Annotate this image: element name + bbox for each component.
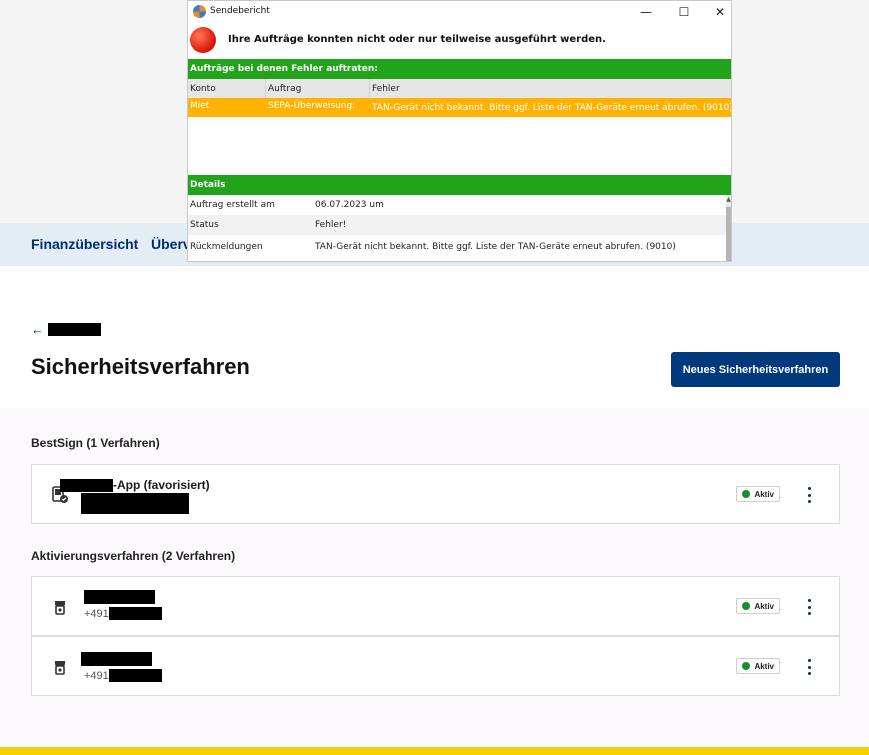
status-label: Aktiv — [754, 661, 774, 671]
nav-item-finanzuebersicht[interactable]: Finanzübersicht — [31, 236, 138, 252]
phone-prefix: +491 — [84, 669, 109, 682]
error-icon — [190, 27, 216, 53]
status-badge: Aktiv — [736, 486, 780, 502]
details-scrollbar[interactable] — [726, 195, 731, 261]
phone-icon — [55, 661, 65, 675]
scroll-up-icon[interactable]: ▲ — [726, 196, 731, 203]
back-link[interactable]: ← — [31, 322, 101, 337]
redacted-method-subtitle — [81, 493, 189, 514]
method-card-bestsign[interactable]: -App (favorisiert) Aktiv — [31, 464, 840, 524]
back-arrow-icon: ← — [31, 322, 44, 337]
redacted-phone-number — [108, 607, 162, 620]
detail-row-status: Status Fehler! — [188, 215, 726, 235]
kebab-menu-icon[interactable] — [806, 487, 812, 503]
method-phone: +491 — [84, 669, 162, 682]
section-title-bestsign: BestSign (1 Verfahren) — [31, 436, 160, 450]
method-card-activation-2[interactable]: +491 Aktiv — [31, 636, 840, 696]
errors-table-header: Konto Auftrag Fehler — [188, 79, 731, 98]
cell-auftrag: SEPA-Überweisung: — [268, 101, 356, 111]
column-header-fehler[interactable]: Fehler — [370, 79, 731, 98]
page-title: Sicherheitsverfahren — [31, 354, 250, 379]
column-header-auftrag[interactable]: Auftrag — [266, 79, 370, 98]
scrollbar-thumb[interactable] — [726, 207, 731, 261]
status-label: Aktiv — [754, 601, 774, 611]
new-security-method-button[interactable]: Neues Sicherheitsverfahren — [671, 352, 840, 387]
redacted-phone-number — [108, 669, 162, 682]
detail-value: 06.07.2023 um — [315, 200, 384, 210]
section-title-aktivierung: Aktivierungsverfahren (2 Verfahren) — [31, 549, 236, 563]
redacted-back-label — [48, 323, 101, 336]
detail-key: Status — [190, 220, 219, 230]
kebab-menu-icon[interactable] — [806, 599, 812, 615]
detail-row-created: Auftrag erstellt am 06.07.2023 um — [188, 195, 726, 215]
method-name — [84, 590, 155, 604]
method-name-suffix: -App (favorisiert) — [113, 478, 210, 492]
send-report-dialog: Sendebericht — ☐ ✕ Ihre Aufträge konnten… — [187, 0, 732, 262]
cell-konto: Miet — [190, 101, 210, 111]
dialog-heading: Ihre Aufträge konnten nicht oder nur tei… — [228, 34, 606, 45]
active-dot-icon — [742, 602, 751, 610]
active-dot-icon — [742, 490, 751, 498]
kebab-menu-icon[interactable] — [806, 659, 812, 675]
details-section-header: Details — [188, 175, 731, 195]
method-name: -App (favorisiert) — [60, 478, 210, 492]
phone-icon — [55, 601, 65, 615]
redacted-method-name — [84, 590, 155, 604]
cell-fehler: TAN-Gerät nicht bekannt. Bitte ggf. List… — [372, 103, 732, 113]
app-icon — [193, 5, 206, 18]
table-row[interactable]: Miet SEPA-Überweisung: TAN-Gerät nicht b… — [188, 98, 731, 117]
status-label: Aktiv — [754, 489, 774, 499]
maximize-button[interactable]: ☐ — [667, 1, 701, 23]
method-phone: +491 — [84, 607, 162, 620]
dialog-titlebar[interactable]: Sendebericht — ☐ ✕ — [188, 1, 731, 23]
phone-prefix: +491 — [84, 607, 109, 620]
redacted-method-name — [60, 478, 113, 492]
footer-accent-bar — [0, 747, 869, 755]
status-badge: Aktiv — [736, 598, 780, 614]
column-header-konto[interactable]: Konto — [188, 79, 266, 98]
detail-value: TAN-Gerät nicht bekannt. Bitte ggf. List… — [315, 242, 676, 252]
active-dot-icon — [742, 662, 751, 670]
dialog-title: Sendebericht — [210, 6, 270, 16]
close-button[interactable]: ✕ — [703, 1, 731, 23]
detail-key: Auftrag erstellt am — [190, 200, 275, 210]
status-badge: Aktiv — [736, 658, 780, 674]
method-card-activation-1[interactable]: +491 Aktiv — [31, 576, 840, 636]
method-name — [81, 652, 152, 666]
method-subtitle — [81, 493, 189, 514]
redacted-method-name — [81, 652, 152, 666]
errors-section-header: Aufträge bei denen Fehler auftraten: — [188, 59, 731, 79]
minimize-button[interactable]: — — [629, 1, 663, 23]
nav-item-uebersicht[interactable]: Überv — [151, 236, 191, 252]
detail-value: Fehler! — [315, 220, 347, 230]
detail-row-feedback: Rückmeldungen TAN-Gerät nicht bekannt. B… — [188, 237, 726, 257]
detail-key: Rückmeldungen — [190, 242, 263, 252]
